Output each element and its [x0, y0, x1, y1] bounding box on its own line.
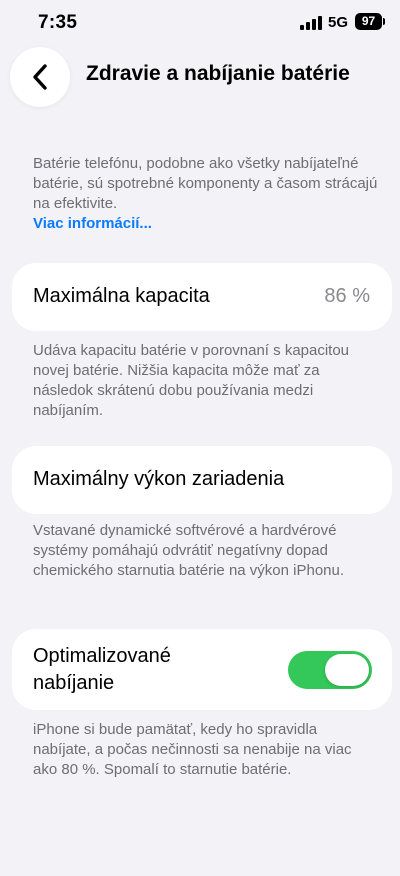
chevron-left-icon [33, 64, 47, 90]
page-title: Zdravie a nabíjanie batérie [86, 62, 350, 85]
battery-icon: 97 [355, 13, 382, 30]
battery-tip [383, 18, 385, 25]
network-type: 5G [328, 14, 349, 31]
maximum-capacity-row: Maximálna kapacita 86 % [12, 263, 392, 331]
toggle-knob [325, 654, 369, 686]
intro-text: Batérie telefónu, podobne ako všetky nab… [33, 155, 378, 212]
more-info-link[interactable]: Viac informácií... [33, 214, 378, 234]
status-bar: 7:35 5G 97 [0, 0, 400, 44]
optimized-charging-row: Optimalizované nabíjanie [12, 629, 392, 710]
peak-performance-label: Maximálny výkon zariadenia [33, 468, 285, 490]
performance-description: Vstavané dynamické softvérové a hardvéro… [33, 522, 345, 579]
maximum-capacity-label: Maximálna kapacita [33, 285, 210, 307]
optimized-charging-description: iPhone si bude pamätať, kedy ho spravidl… [33, 721, 352, 778]
intro-description: Batérie telefónu, podobne ako všetky nab… [33, 154, 378, 234]
optimized-charging-label: Optimalizované nabíjanie [33, 645, 171, 694]
back-button[interactable] [10, 47, 70, 107]
status-time: 7:35 [38, 12, 78, 33]
optimized-charging-toggle[interactable] [288, 651, 372, 689]
maximum-capacity-value: 86 % [324, 285, 370, 307]
capacity-description: Udáva kapacitu batérie v porovnaní s kap… [33, 342, 350, 419]
cellular-signal-icon [300, 16, 322, 30]
peak-performance-row: Maximálny výkon zariadenia [12, 446, 392, 514]
